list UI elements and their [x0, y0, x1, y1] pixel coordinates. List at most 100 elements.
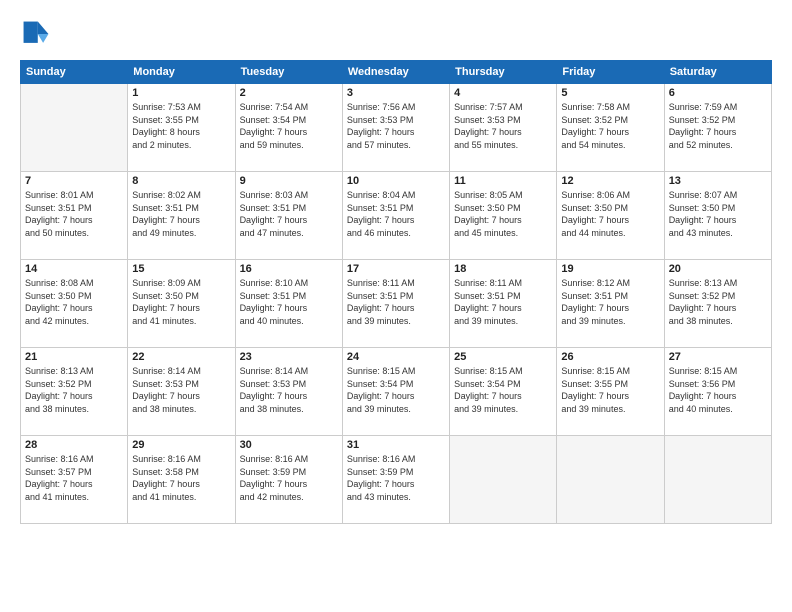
cell-info-line: Sunrise: 7:53 AM	[132, 101, 230, 114]
cell-info-line: Sunrise: 8:15 AM	[669, 365, 767, 378]
day-number: 25	[454, 351, 552, 363]
cell-info-line: Sunrise: 8:15 AM	[347, 365, 445, 378]
cell-info-line: Sunset: 3:54 PM	[347, 378, 445, 391]
cell-info-line: and 50 minutes.	[25, 227, 123, 240]
cell-info-line: Daylight: 7 hours	[347, 302, 445, 315]
calendar-cell: 30Sunrise: 8:16 AMSunset: 3:59 PMDayligh…	[235, 436, 342, 524]
day-number: 4	[454, 87, 552, 99]
cell-info-line: Daylight: 7 hours	[347, 478, 445, 491]
cell-info-line: Sunrise: 8:11 AM	[454, 277, 552, 290]
cell-info-line: and 38 minutes.	[240, 403, 338, 416]
calendar-week-row: 14Sunrise: 8:08 AMSunset: 3:50 PMDayligh…	[21, 260, 772, 348]
cell-info-line: Sunset: 3:53 PM	[240, 378, 338, 391]
day-number: 19	[561, 263, 659, 275]
cell-info-line: and 52 minutes.	[669, 139, 767, 152]
cell-info-line: and 43 minutes.	[669, 227, 767, 240]
cell-info-line: Daylight: 7 hours	[132, 390, 230, 403]
cell-info-line: Sunrise: 8:05 AM	[454, 189, 552, 202]
cell-info-line: Sunrise: 8:13 AM	[669, 277, 767, 290]
day-number: 30	[240, 439, 338, 451]
cell-info-line: Sunset: 3:53 PM	[454, 114, 552, 127]
cell-info-line: and 38 minutes.	[25, 403, 123, 416]
cell-info-line: Sunset: 3:52 PM	[669, 114, 767, 127]
day-number: 23	[240, 351, 338, 363]
calendar-week-row: 21Sunrise: 8:13 AMSunset: 3:52 PMDayligh…	[21, 348, 772, 436]
day-number: 22	[132, 351, 230, 363]
cell-info-line: Sunset: 3:52 PM	[561, 114, 659, 127]
calendar-cell: 20Sunrise: 8:13 AMSunset: 3:52 PMDayligh…	[664, 260, 771, 348]
day-number: 27	[669, 351, 767, 363]
calendar-cell: 14Sunrise: 8:08 AMSunset: 3:50 PMDayligh…	[21, 260, 128, 348]
cell-info-line: Daylight: 7 hours	[669, 126, 767, 139]
cell-info-line: and 59 minutes.	[240, 139, 338, 152]
cell-info-line: Daylight: 7 hours	[240, 126, 338, 139]
cell-info-line: Daylight: 8 hours	[132, 126, 230, 139]
cell-info-line: Daylight: 7 hours	[454, 214, 552, 227]
cell-info-line: Sunset: 3:51 PM	[240, 290, 338, 303]
weekday-header: Tuesday	[235, 61, 342, 84]
calendar-cell: 22Sunrise: 8:14 AMSunset: 3:53 PMDayligh…	[128, 348, 235, 436]
calendar-cell: 2Sunrise: 7:54 AMSunset: 3:54 PMDaylight…	[235, 84, 342, 172]
cell-info-line: Daylight: 7 hours	[240, 214, 338, 227]
cell-info-line: Sunrise: 7:57 AM	[454, 101, 552, 114]
weekday-header: Thursday	[450, 61, 557, 84]
calendar-cell: 18Sunrise: 8:11 AMSunset: 3:51 PMDayligh…	[450, 260, 557, 348]
cell-info-line: and 2 minutes.	[132, 139, 230, 152]
calendar-cell: 4Sunrise: 7:57 AMSunset: 3:53 PMDaylight…	[450, 84, 557, 172]
cell-info-line: Daylight: 7 hours	[25, 478, 123, 491]
cell-info-line: Daylight: 7 hours	[25, 390, 123, 403]
cell-info-line: Sunset: 3:59 PM	[240, 466, 338, 479]
cell-info-line: Sunset: 3:52 PM	[669, 290, 767, 303]
calendar-cell: 26Sunrise: 8:15 AMSunset: 3:55 PMDayligh…	[557, 348, 664, 436]
cell-info-line: Daylight: 7 hours	[561, 302, 659, 315]
cell-info-line: and 43 minutes.	[347, 491, 445, 504]
cell-info-line: Sunset: 3:51 PM	[561, 290, 659, 303]
calendar-week-row: 1Sunrise: 7:53 AMSunset: 3:55 PMDaylight…	[21, 84, 772, 172]
cell-info-line: Sunrise: 8:04 AM	[347, 189, 445, 202]
cell-info-line: Daylight: 7 hours	[132, 302, 230, 315]
cell-info-line: Sunrise: 7:58 AM	[561, 101, 659, 114]
day-number: 12	[561, 175, 659, 187]
cell-info-line: Sunrise: 7:56 AM	[347, 101, 445, 114]
weekday-header: Saturday	[664, 61, 771, 84]
cell-info-line: Sunset: 3:53 PM	[347, 114, 445, 127]
day-number: 6	[669, 87, 767, 99]
cell-info-line: Sunset: 3:55 PM	[132, 114, 230, 127]
page: SundayMondayTuesdayWednesdayThursdayFrid…	[0, 0, 792, 612]
cell-info-line: Sunrise: 8:02 AM	[132, 189, 230, 202]
calendar-cell: 23Sunrise: 8:14 AMSunset: 3:53 PMDayligh…	[235, 348, 342, 436]
day-number: 17	[347, 263, 445, 275]
cell-info-line: Sunrise: 7:59 AM	[669, 101, 767, 114]
cell-info-line: Sunset: 3:55 PM	[561, 378, 659, 391]
day-number: 14	[25, 263, 123, 275]
cell-info-line: Daylight: 7 hours	[25, 302, 123, 315]
cell-info-line: Sunrise: 8:07 AM	[669, 189, 767, 202]
day-number: 21	[25, 351, 123, 363]
calendar-cell: 25Sunrise: 8:15 AMSunset: 3:54 PMDayligh…	[450, 348, 557, 436]
calendar-cell: 28Sunrise: 8:16 AMSunset: 3:57 PMDayligh…	[21, 436, 128, 524]
cell-info-line: Sunset: 3:53 PM	[132, 378, 230, 391]
cell-info-line: Sunset: 3:50 PM	[25, 290, 123, 303]
cell-info-line: Sunset: 3:50 PM	[454, 202, 552, 215]
cell-info-line: Sunset: 3:51 PM	[347, 202, 445, 215]
cell-info-line: Sunrise: 8:11 AM	[347, 277, 445, 290]
day-number: 29	[132, 439, 230, 451]
calendar-cell: 13Sunrise: 8:07 AMSunset: 3:50 PMDayligh…	[664, 172, 771, 260]
cell-info-line: and 47 minutes.	[240, 227, 338, 240]
logo	[20, 18, 56, 50]
calendar-cell: 8Sunrise: 8:02 AMSunset: 3:51 PMDaylight…	[128, 172, 235, 260]
cell-info-line: Sunset: 3:50 PM	[669, 202, 767, 215]
cell-info-line: Sunset: 3:52 PM	[25, 378, 123, 391]
cell-info-line: and 55 minutes.	[454, 139, 552, 152]
calendar-cell	[450, 436, 557, 524]
cell-info-line: Sunset: 3:51 PM	[454, 290, 552, 303]
calendar-cell: 10Sunrise: 8:04 AMSunset: 3:51 PMDayligh…	[342, 172, 449, 260]
cell-info-line: Sunset: 3:50 PM	[132, 290, 230, 303]
cell-info-line: Sunrise: 8:16 AM	[347, 453, 445, 466]
day-number: 31	[347, 439, 445, 451]
cell-info-line: and 42 minutes.	[25, 315, 123, 328]
calendar-week-row: 7Sunrise: 8:01 AMSunset: 3:51 PMDaylight…	[21, 172, 772, 260]
cell-info-line: Sunrise: 8:01 AM	[25, 189, 123, 202]
day-number: 5	[561, 87, 659, 99]
calendar-cell: 16Sunrise: 8:10 AMSunset: 3:51 PMDayligh…	[235, 260, 342, 348]
